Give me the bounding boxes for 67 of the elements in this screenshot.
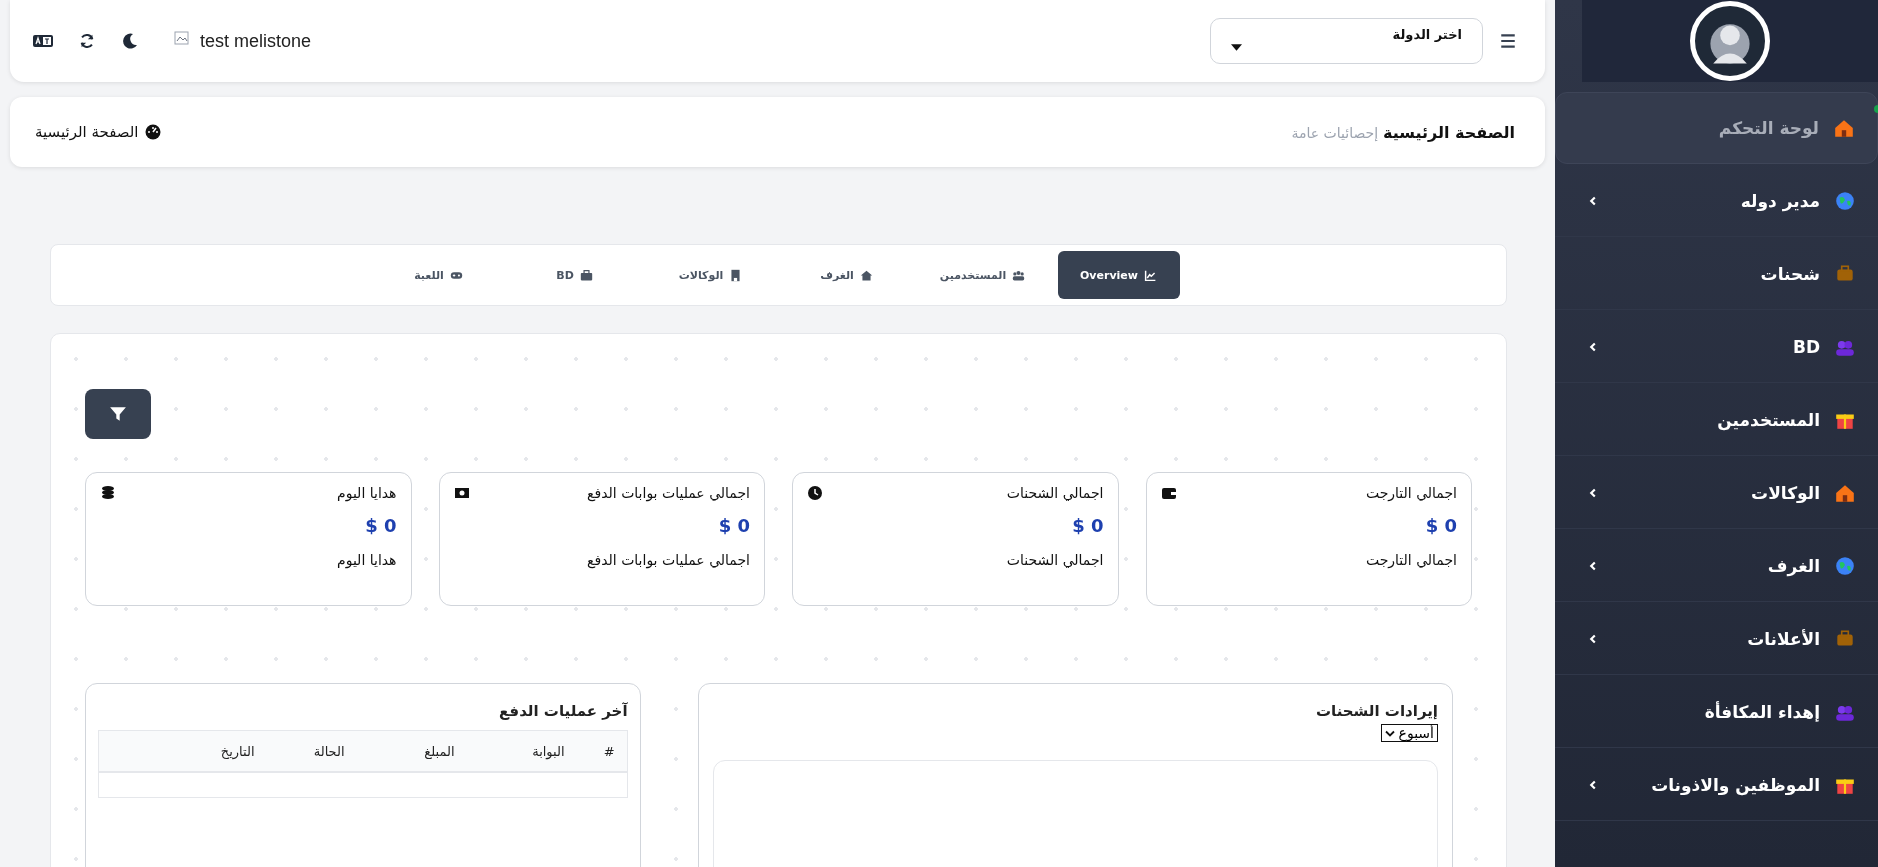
clock-icon	[807, 485, 823, 501]
sidebar-item[interactable]: الوكالات	[1555, 458, 1878, 529]
stat-value: $ 0	[1072, 515, 1104, 536]
stat-caption: هدايا اليوم	[336, 552, 397, 568]
sidebar-item[interactable]: مدير دوله	[1555, 166, 1878, 237]
panel-title: آخر عمليات الدفع	[498, 702, 628, 720]
column-header: التاريخ	[219, 743, 255, 759]
menu-label: المستخدمين	[1716, 410, 1820, 430]
tab[interactable]: الوكالات	[649, 251, 772, 299]
panel-title: إيرادات الشحنات	[1314, 702, 1438, 720]
sidebar-item[interactable]: الموظفين والاذونات	[1555, 750, 1878, 821]
stat-caption: اجمالي التارجت	[1364, 552, 1457, 568]
country-select[interactable]: اختر الدولة	[1210, 18, 1483, 64]
brand-name: test melistone	[200, 30, 312, 52]
menu-label: BD	[1791, 337, 1820, 357]
house-icon	[859, 268, 873, 282]
column-header: المبلغ	[423, 743, 455, 759]
stat-title: اجمالي التارجت	[1365, 485, 1457, 501]
refresh-icon[interactable]	[78, 32, 96, 50]
menu-label: الوكالات	[1750, 483, 1820, 503]
chart-icon	[1144, 268, 1157, 282]
building-icon	[729, 268, 743, 282]
stat-caption: اجمالي عمليات بوابات الدفع	[586, 552, 750, 568]
dashboard-icon	[144, 124, 161, 140]
stat-title: هدايا اليوم	[337, 485, 397, 501]
menu-label: الغرف	[1766, 556, 1820, 576]
caret-icon	[1231, 44, 1242, 51]
stat-title: اجمالي الشحنات	[1006, 485, 1104, 501]
tab[interactable]: Overview	[1057, 251, 1180, 299]
sidebar-item[interactable]: إهداء المكافأة	[1555, 677, 1878, 748]
chevron-icon	[1384, 729, 1395, 737]
sidebar-item[interactable]: الأعلانات	[1555, 604, 1878, 675]
money-icon	[453, 485, 470, 501]
briefcase-icon	[579, 268, 593, 282]
stat-value: $ 0	[1425, 515, 1457, 536]
tab[interactable]: اللعبة	[377, 251, 500, 299]
dark-mode-icon[interactable]	[120, 31, 140, 51]
sidebar-item[interactable]: المستخدمين	[1555, 385, 1878, 456]
filter-button[interactable]	[85, 389, 151, 439]
sidebar-item[interactable]: شحنات	[1555, 239, 1878, 310]
wallet-icon	[1160, 485, 1177, 501]
sidebar-item[interactable]: لوحة التحكم	[1555, 92, 1878, 164]
menu-label: الأعلانات	[1746, 629, 1820, 649]
stat-caption: اجمالي الشحنات	[1005, 552, 1104, 568]
column-header: #	[602, 743, 615, 759]
menu-label: مدير دوله	[1739, 191, 1820, 211]
sidebar-item[interactable]: الغرف	[1555, 531, 1878, 602]
menu-label: لوحة التحكم	[1717, 118, 1819, 138]
page-title: الصفحة الرئيسية إحصائيات عامة	[1291, 122, 1515, 142]
filter-icon	[109, 405, 127, 423]
column-header: الحالة	[312, 743, 345, 759]
stat-value: $ 0	[365, 515, 397, 536]
menu-label: إهداء المكافأة	[1703, 702, 1820, 722]
period-select[interactable]: أسبوع	[1380, 724, 1438, 742]
sidebar-item[interactable]: BD	[1555, 312, 1878, 383]
coins-icon	[100, 485, 116, 501]
stat-value: $ 0	[718, 515, 750, 536]
menu-label: الموظفين والاذونات	[1650, 775, 1820, 795]
menu-label: شحنات	[1759, 264, 1820, 284]
home-link[interactable]: الصفحة الرئيسية	[35, 123, 139, 141]
tab[interactable]: المستخدمين	[921, 251, 1044, 299]
tab[interactable]: الغرف	[785, 251, 908, 299]
tab[interactable]: BD	[513, 251, 636, 299]
translate-icon[interactable]	[32, 33, 54, 49]
users-icon	[1012, 268, 1026, 282]
column-header: البوابة	[531, 743, 565, 759]
stat-title: اجمالي عمليات بوابات الدفع	[587, 485, 750, 501]
